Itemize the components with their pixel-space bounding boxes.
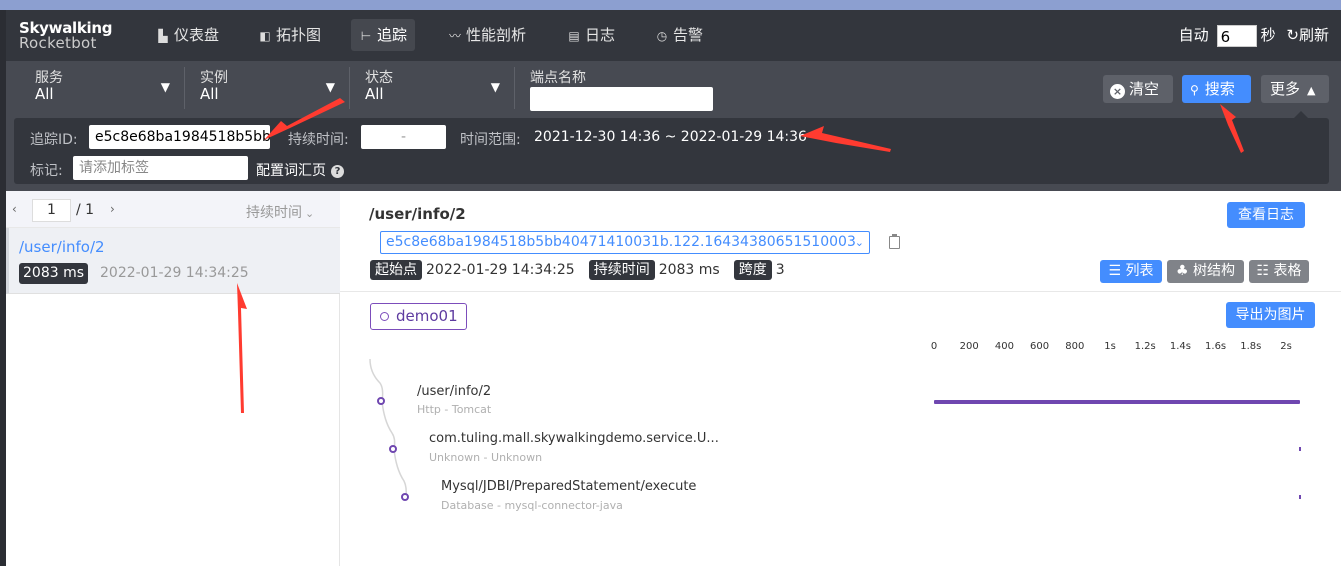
advanced-filter-panel: 追踪ID: e5c8e68ba1984518b5bb 持续时间: - 时间范围:… (14, 118, 1329, 184)
prev-page-icon[interactable]: ‹ (12, 202, 17, 216)
table-icon: ☷ (1256, 263, 1274, 279)
service-chip[interactable]: demo01 (370, 303, 467, 330)
chevron-up-icon: ▲ (1307, 84, 1316, 97)
topology-icon: ◧ (259, 29, 271, 43)
start-value: 2022-01-29 14:34:25 (426, 262, 575, 278)
span-component: Http - Tomcat (417, 403, 492, 416)
trace-list-panel: ‹ 1 / 1 › 持续时间 ⌄ /user/info/2 2083 ms 202… (6, 191, 340, 566)
time-range-label: 时间范围: (460, 132, 521, 148)
duration-label: 持续时间: (288, 132, 349, 148)
span-name: com.tuling.mall.skywalkingdemo.service.U… (429, 431, 719, 446)
nav-item-topology[interactable]: ◧ 拓扑图 (250, 19, 329, 51)
copy-icon[interactable] (889, 234, 900, 249)
trace-id-select[interactable]: e5c8e68ba1984518b5bb40471410031b.122.164… (380, 231, 870, 254)
browser-top-strip (0, 0, 1341, 10)
span-value: 3 (775, 262, 785, 278)
status-select[interactable]: 状态 All ▼ (365, 67, 515, 109)
profile-icon: 〰 (448, 29, 461, 43)
trace-icon: ⊢ (360, 29, 372, 43)
service-ring-icon (380, 312, 389, 321)
list-view-button[interactable]: ☰ 列表 (1100, 260, 1162, 283)
clear-button[interactable]: × 清空 (1103, 75, 1173, 103)
page-input[interactable]: 1 (32, 199, 71, 222)
app-logo[interactable]: Skywalking Rocketbot (19, 21, 113, 52)
search-button[interactable]: ⚲ 搜索 (1182, 75, 1251, 103)
auto-refresh-area: 自动 6 秒 ↻刷新 (1179, 23, 1329, 47)
span-name: /user/info/2 (417, 384, 492, 399)
instance-select[interactable]: 实例 All ▼ (200, 67, 350, 109)
span-tree: /user/info/2 Http - Tomcat com.tuling.ma… (340, 351, 1341, 551)
span-duration-bar (934, 400, 1300, 404)
more-button[interactable]: 更多 ▲ (1261, 75, 1329, 103)
nav-item-log[interactable]: ▤ 日志 (559, 19, 623, 51)
span-node-dot (377, 397, 385, 405)
nav-item-dashboard[interactable]: ▙ 仪表盘 (148, 19, 227, 51)
nav-item-profile[interactable]: 〰性能剖析 (440, 19, 534, 51)
endpoint-name-field: 端点名称 (530, 70, 586, 86)
endpoint-name-input[interactable] (530, 87, 713, 111)
trace-endpoint: /user/info/2 (19, 238, 105, 256)
tree-icon: ♣ (1175, 263, 1193, 279)
trace-detail-panel: /user/info/2 查看日志 e5c8e68ba1984518b5bb40… (340, 191, 1341, 566)
span-duration-bar (1298, 495, 1301, 499)
page-total: / 1 (76, 202, 95, 218)
span-node-dot (389, 445, 397, 453)
chevron-down-icon: ⌄ (305, 207, 315, 220)
trace-id-label: 追踪ID: (30, 132, 78, 148)
trace-title: /user/info/2 (369, 205, 466, 223)
trace-duration-badge: 2083 ms (19, 263, 89, 284)
span-duration-bar (1298, 447, 1301, 451)
refresh-interval-input[interactable]: 6 (1216, 24, 1257, 47)
service-select[interactable]: 服务 All ▼ (35, 67, 185, 109)
trace-list-item[interactable]: /user/info/2 2083 ms 2022-01-29 14:34:25 (6, 228, 340, 294)
chevron-down-icon: ▼ (325, 80, 335, 94)
log-icon: ▤ (568, 29, 580, 43)
auto-label[interactable]: 自动 (1179, 26, 1209, 44)
help-icon[interactable]: ? (331, 165, 344, 178)
chevron-down-icon: ▼ (160, 80, 170, 94)
duration-range-input[interactable]: - (361, 125, 446, 149)
refresh-button[interactable]: ↻刷新 (1286, 26, 1329, 44)
clear-icon: × (1110, 84, 1125, 99)
top-nav: Skywalking Rocketbot ▙ 仪表盘 ◧ 拓扑图 ⊢ 追踪 〰性能剖析… (6, 10, 1341, 61)
filter-bar: 服务 All ▼ 实例 All ▼ 状态 All ▼ 端点名称 × 清空 ⚲ 搜索 … (6, 61, 1341, 191)
vocab-link[interactable]: 配置词汇页? (256, 160, 344, 180)
seconds-label: 秒 (1260, 26, 1276, 44)
start-tag: 起始点 (370, 260, 422, 280)
search-icon: ⚲ (1190, 83, 1199, 97)
tags-label: 标记: (30, 163, 63, 179)
tree-view-button[interactable]: ♣ 树结构 (1167, 260, 1244, 283)
span-node-dot (401, 493, 409, 501)
tags-input[interactable]: 请添加标签 (73, 156, 248, 180)
logo-line2: Rocketbot (19, 34, 97, 52)
next-page-icon[interactable]: › (110, 202, 115, 216)
table-view-button[interactable]: ☷ 表格 (1249, 260, 1309, 283)
refresh-icon: ↻ (1286, 26, 1299, 44)
span-tag: 跨度 (733, 260, 772, 280)
pagination: ‹ 1 / 1 › 持续时间 ⌄ (6, 191, 340, 228)
chevron-down-icon: ▼ (490, 80, 500, 94)
duration-value: 2083 ms (658, 262, 720, 278)
divider (340, 291, 1341, 292)
list-icon: ☰ (1108, 263, 1126, 279)
duration-tag: 持续时间 (588, 260, 655, 280)
trace-start-time: 2022-01-29 14:34:25 (100, 265, 249, 281)
trace-id-input[interactable]: e5c8e68ba1984518b5bb (89, 125, 270, 149)
time-range-value[interactable]: 2021-12-30 14:36 ~ 2022-01-29 14:36 (534, 129, 807, 145)
trace-meta: 起始点 2022-01-29 14:34:25 持续时间 2083 ms 跨度 3 (370, 260, 799, 282)
export-image-button[interactable]: 导出为图片 (1226, 302, 1315, 328)
span-name: Mysql/JDBI/PreparedStatement/execute (441, 479, 697, 494)
nav-item-alarm[interactable]: ◷ 告警 (647, 19, 711, 51)
chevron-down-icon: ⌄ (854, 236, 864, 249)
span-component: Unknown - Unknown (429, 451, 543, 464)
nav-item-trace[interactable]: ⊢ 追踪 (351, 19, 416, 51)
bar-chart-icon: ▙ (158, 29, 168, 43)
sort-select[interactable]: 持续时间 ⌄ (246, 202, 314, 222)
alarm-icon: ◷ (656, 29, 668, 43)
span-component: Database - mysql-connector-java (441, 499, 623, 512)
view-logs-button[interactable]: 查看日志 (1227, 202, 1305, 228)
